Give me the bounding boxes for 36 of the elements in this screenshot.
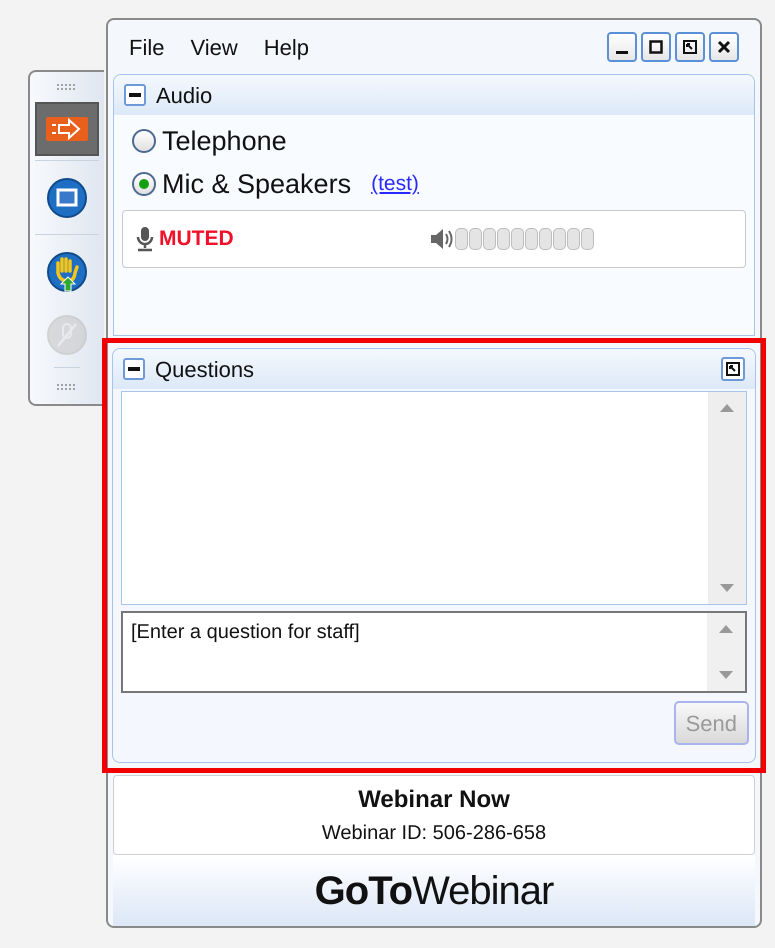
radio-label[interactable]: Telephone [162, 121, 287, 162]
raise-hand-icon [44, 250, 90, 292]
collapse-button[interactable] [123, 358, 145, 380]
grip-dots-icon[interactable] [56, 84, 78, 90]
close-button[interactable] [709, 32, 739, 62]
webinar-id: Webinar ID: 506-286-658 [322, 821, 546, 846]
menu-item[interactable]: Help [264, 30, 309, 64]
menu-item[interactable]: View [190, 30, 238, 64]
test-link[interactable]: (test) [371, 168, 419, 200]
radio-button[interactable] [132, 172, 156, 196]
popout-icon [726, 362, 740, 376]
popout-icon [682, 39, 698, 55]
toolbar-button[interactable] [35, 102, 99, 156]
popout-button[interactable] [721, 357, 745, 381]
mic-status: MUTED [159, 226, 235, 252]
close-icon [716, 39, 732, 55]
panel-title: Audio [156, 82, 212, 110]
grip-dots-icon[interactable] [56, 384, 78, 390]
muted-microphone-icon [44, 314, 90, 356]
microphone-icon [135, 226, 155, 252]
logo: GoToWebinar [314, 868, 554, 914]
popout-button[interactable] [675, 32, 705, 62]
session-title: Webinar Now [358, 785, 510, 815]
maximize-button[interactable] [641, 32, 671, 62]
minus-icon [129, 93, 141, 97]
radio-label[interactable]: Mic & Speakers [162, 164, 352, 204]
maximize-icon [648, 39, 664, 55]
speaker-icon [429, 227, 455, 251]
menu-item[interactable]: File [129, 30, 164, 64]
screen-icon [44, 176, 90, 218]
collapse-button[interactable] [124, 84, 146, 106]
minimize-icon [614, 50, 630, 54]
radio-button[interactable] [132, 129, 156, 154]
minimize-button[interactable] [607, 32, 637, 62]
minus-icon [128, 367, 140, 371]
panel-title: Questions [155, 356, 254, 384]
